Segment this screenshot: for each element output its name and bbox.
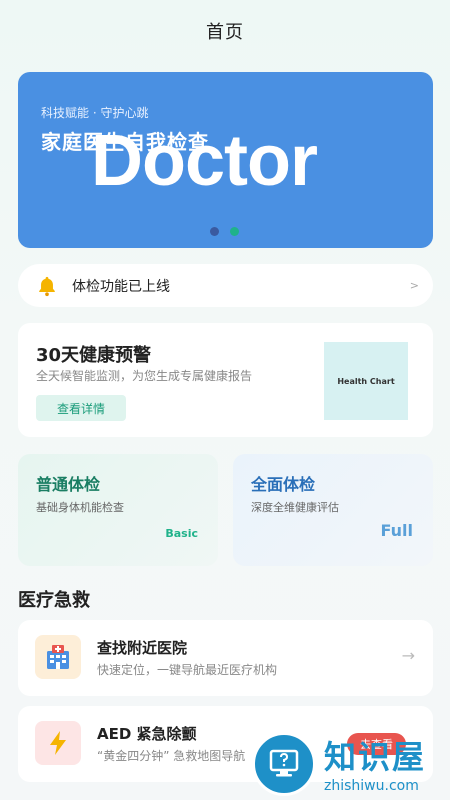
lightning-icon [35,721,81,765]
watermark: 知识屋 zhishiwu.com [252,722,450,800]
checkup-tag: Basic [165,527,198,540]
health-chart-image: Health Chart [324,342,408,420]
find-hospital-card[interactable]: 查找附近医院 快速定位，一键导航最近医疗机构 → [18,620,433,696]
question-monitor-icon [252,732,316,796]
checkup-title: 普通体检 [36,475,101,494]
basic-checkup-card[interactable]: 普通体检 基础身体机能检查 Basic [18,454,218,566]
carousel-dot-2[interactable] [230,227,239,236]
view-details-button[interactable]: 查看详情 [36,395,126,421]
watermark-text-cn: 知识屋 [324,738,427,776]
aed-title: AED 紧急除颤 [97,725,197,743]
banner-carousel[interactable]: 科技赋能 · 守护心跳 家庭医生自我检查 Doctor [18,72,433,248]
watermark-text-en: zhishiwu.com [324,778,419,794]
page-title: 首页 [206,22,244,43]
hospital-title: 查找附近医院 [97,639,188,657]
carousel-dots [210,227,239,236]
notice-text: 体检功能已上线 [72,278,170,295]
checkup-description: 深度全维健康评估 [251,501,339,514]
carousel-dot-1[interactable] [210,227,219,236]
hospital-icon [35,635,81,679]
checkup-tag: Full [380,521,414,540]
banner-overlay-text: Doctor [91,121,318,201]
arrow-right-icon: → [401,646,415,665]
warning-title: 30天健康预警 [36,345,152,366]
warning-description: 全天候智能监测，为您生成专属健康报告 [36,369,253,383]
header: 首页 [0,0,450,62]
section-title: 医疗急救 [18,590,90,611]
checkup-description: 基础身体机能检查 [36,501,124,514]
notice-bar[interactable]: 体检功能已上线 > [18,264,433,307]
chevron-right-icon: > [409,279,419,292]
full-checkup-card[interactable]: 全面体检 深度全维健康评估 Full [233,454,433,566]
bell-icon [39,276,55,296]
hospital-description: 快速定位，一键导航最近医疗机构 [97,663,278,677]
aed-description: “黄金四分钟” 急救地图导航 [97,749,246,763]
checkup-title: 全面体检 [251,475,316,494]
health-warning-card[interactable]: 30天健康预警 全天候智能监测，为您生成专属健康报告 查看详情 Health C… [18,323,433,437]
